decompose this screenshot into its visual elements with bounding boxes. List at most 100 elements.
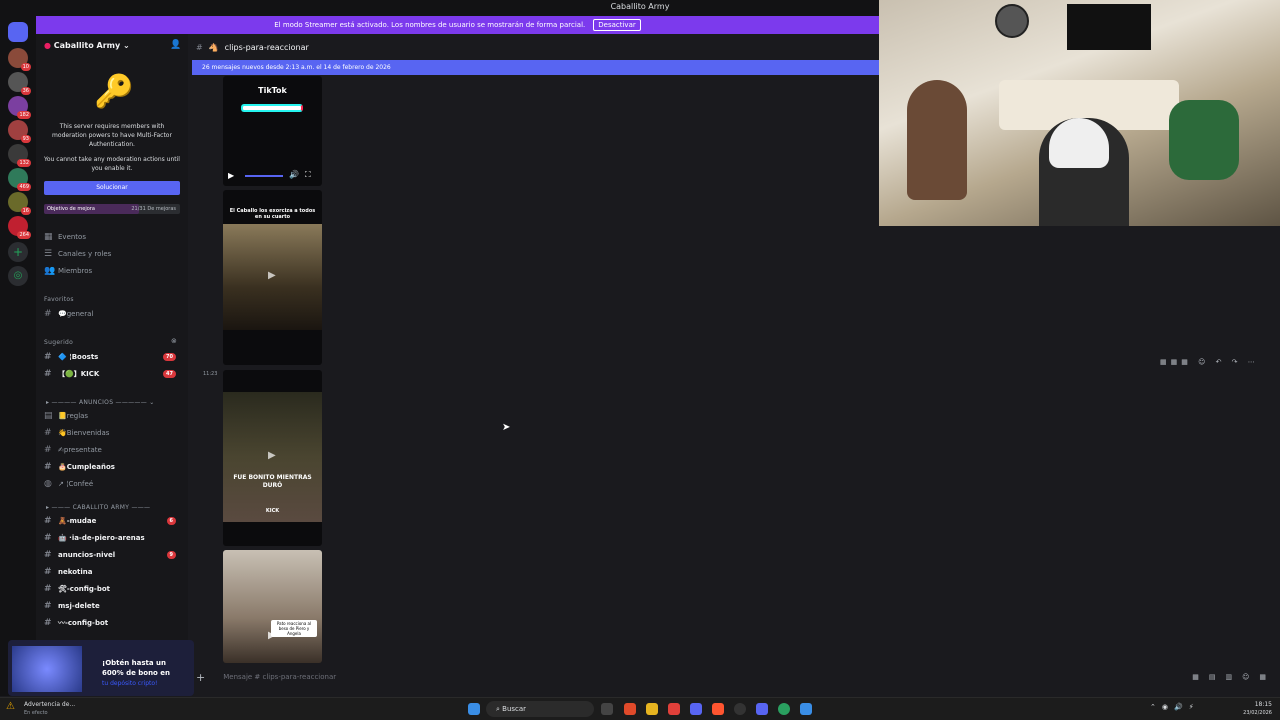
category-anuncios[interactable]: ▸ ———— ANUNCIOS ————— ⌄	[46, 399, 155, 406]
channel-confee[interactable]: ◍ ↗ ¦ Confeé	[44, 477, 184, 491]
channel-cumpleanos[interactable]: # 🎂 Cumpleaños	[44, 460, 184, 474]
brave-icon[interactable]	[712, 703, 724, 715]
server-icon[interactable]: 264	[8, 216, 31, 239]
home-icon[interactable]	[8, 22, 28, 42]
folder-icon[interactable]	[646, 703, 658, 715]
person-shape	[907, 80, 967, 200]
mfa-text: This server requires members with modera…	[52, 123, 172, 148]
channel-presentate[interactable]: # ✍ presentate	[44, 443, 184, 457]
favorites-label: Favoritos	[44, 296, 74, 303]
message-composer[interactable]: + Mensaje # clips-para-reaccionar ▦▤▥☺▦	[196, 668, 1276, 686]
seek-bar[interactable]	[245, 175, 283, 177]
app-icon[interactable]	[756, 703, 768, 715]
server-name[interactable]: ● Caballito Army ⌄	[44, 41, 130, 50]
channel-ia-piero[interactable]: # 🤖 · ia-de-piero-arenas	[44, 531, 184, 545]
app-icon[interactable]	[624, 703, 636, 715]
app-icon[interactable]	[668, 703, 680, 715]
discover-icon[interactable]: ◎	[8, 266, 28, 286]
server-icon[interactable]: 93	[8, 120, 31, 143]
volume-icon[interactable]: 🔊	[289, 170, 299, 179]
channel-config-bot[interactable]: # 🛠 -config-bot	[44, 582, 184, 596]
hash-icon: #	[44, 309, 52, 319]
suggested-label: Sugerido	[44, 339, 74, 346]
category-army[interactable]: ▸ ——— CABALLITO ARMY ———	[46, 504, 150, 511]
taskbar: ⚠ Advertencia de... En efecto ⌕ Buscar ⌃…	[0, 697, 1280, 720]
channel-general[interactable]: # 💬 general	[44, 307, 184, 321]
channel-config-bot-2[interactable]: # 〰 -config-bot	[44, 616, 184, 630]
add-server-icon[interactable]: +	[8, 242, 28, 262]
server-icon[interactable]: 182	[8, 96, 31, 119]
channel-msj-delete[interactable]: # msj-delete	[44, 599, 184, 613]
server-list: 10 36 182 93 132 469 16 264 + ◎	[0, 16, 36, 696]
add-member-icon[interactable]: 👤	[170, 40, 181, 50]
play-icon[interactable]: ▶	[228, 171, 234, 180]
tiktok-label: TikTok	[258, 86, 287, 95]
boost-goal[interactable]: Objetivo de mejora 21/31 De mejoras	[44, 204, 180, 214]
deactivate-button[interactable]: Desactivar	[593, 19, 641, 31]
video-clip[interactable]: El Caballo los exorciza a todos en su cu…	[223, 190, 322, 365]
channel-anuncios-nivel[interactable]: # anuncios-nivel 9	[44, 548, 184, 562]
play-icon[interactable]: ▶	[268, 270, 276, 281]
clip-caption: Pato reacciona al beso de Piero y Angela	[271, 620, 317, 637]
calendar-icon: ▦	[44, 232, 53, 242]
tiktok-logo-icon	[241, 104, 303, 112]
fullscreen-icon[interactable]: ⛶	[305, 170, 311, 180]
clip-caption: FUE BONITO MIENTRAS DURÓ	[233, 474, 312, 489]
add-attachment-icon[interactable]: +	[196, 671, 205, 684]
channel-nekotina[interactable]: # nekotina	[44, 565, 184, 579]
streamer-text: El modo Streamer está activado. Los nomb…	[274, 21, 586, 29]
channel-boosts[interactable]: # 🔷 ¦ Boosts 70	[44, 350, 184, 364]
ad-banner[interactable]: ¡Obtén hasta un 600% de bono en tu depós…	[8, 640, 194, 696]
message-input[interactable]: Mensaje # clips-para-reaccionar	[223, 673, 336, 681]
app-icon[interactable]	[800, 703, 812, 715]
mfa-text-2: You cannot take any moderation actions u…	[44, 156, 180, 172]
server-icon[interactable]: 132	[8, 144, 31, 167]
video-clip[interactable]: ▶ FUE BONITO MIENTRAS DURÓ KICK	[223, 370, 322, 546]
warning-icon: ⚠	[6, 701, 15, 712]
ad-text: ¡Obtén hasta un 600% de bono en	[102, 659, 171, 677]
fix-button[interactable]: Solucionar	[44, 181, 180, 195]
channel-reglas[interactable]: ▤ 📒 reglas	[44, 409, 184, 423]
nav-channels-roles[interactable]: ☰ Canales y roles	[44, 247, 184, 261]
person-shape	[1169, 100, 1239, 180]
new-messages-bar[interactable]: 26 mensajes nuevos desde 2:13 a.m. el 14…	[192, 60, 879, 75]
wall-decor-icon	[995, 4, 1029, 38]
channel-mudae[interactable]: # 🧸 -mudae 6	[44, 514, 184, 528]
server-icon[interactable]: 10	[8, 48, 31, 71]
obs-icon[interactable]	[734, 703, 746, 715]
chrome-icon[interactable]	[778, 703, 790, 715]
list-icon: ☰	[44, 249, 53, 259]
close-icon[interactable]: ⊗	[171, 337, 177, 345]
webcam-overlay	[879, 0, 1280, 226]
warning-sub: En efecto	[24, 710, 48, 716]
nav-events[interactable]: ▦ Eventos	[44, 230, 184, 244]
play-icon[interactable]: ▶	[268, 630, 276, 641]
windows-start-icon[interactable]	[468, 703, 480, 715]
channel-bienvenidas[interactable]: # 👋 Bienvenidas	[44, 426, 184, 440]
clip-caption: El Caballo los exorciza a todos en su cu…	[229, 208, 316, 220]
nav-members[interactable]: 👥 Miembros	[44, 264, 184, 278]
hash-icon: #	[196, 42, 203, 52]
channel-kick[interactable]: # 【🟢】 KICK 47	[44, 367, 184, 381]
warning-text: Advertencia de...	[24, 701, 76, 708]
clock-date: 23/02/2026	[1243, 710, 1272, 716]
play-icon[interactable]: ▶	[268, 450, 276, 461]
ad-sub: tu depósito cripto!	[102, 680, 158, 687]
server-icon[interactable]: 469	[8, 168, 31, 191]
video-clip[interactable]: Pato reacciona al beso de Piero y Angela…	[223, 550, 322, 663]
tv-shape	[1067, 4, 1151, 50]
search-box[interactable]: ⌕ Buscar	[486, 701, 594, 717]
streamer-banner: El modo Streamer está activado. Los nomb…	[36, 16, 879, 34]
server-icon[interactable]: 36	[8, 72, 31, 95]
tray-icons[interactable]: ⌃◉🔊⚡	[1150, 703, 1200, 711]
message-timestamp: 11:23	[203, 371, 218, 377]
task-view-icon[interactable]	[601, 703, 613, 715]
message-actions[interactable]: ▦▦▦ ☺ ↶ ↷ ⋯	[1160, 358, 1259, 366]
server-icon[interactable]: 16	[8, 192, 31, 215]
channel-emoji-icon: 🐴	[208, 42, 219, 52]
discord-icon[interactable]	[690, 703, 702, 715]
video-clip[interactable]: TikTok ▶ 🔊 ⛶	[223, 76, 322, 186]
clock-time: 18:15	[1254, 701, 1272, 708]
composer-tools-icon[interactable]: ▦▤▥☺▦	[1192, 673, 1276, 681]
cursor-icon: ➤	[502, 422, 511, 433]
